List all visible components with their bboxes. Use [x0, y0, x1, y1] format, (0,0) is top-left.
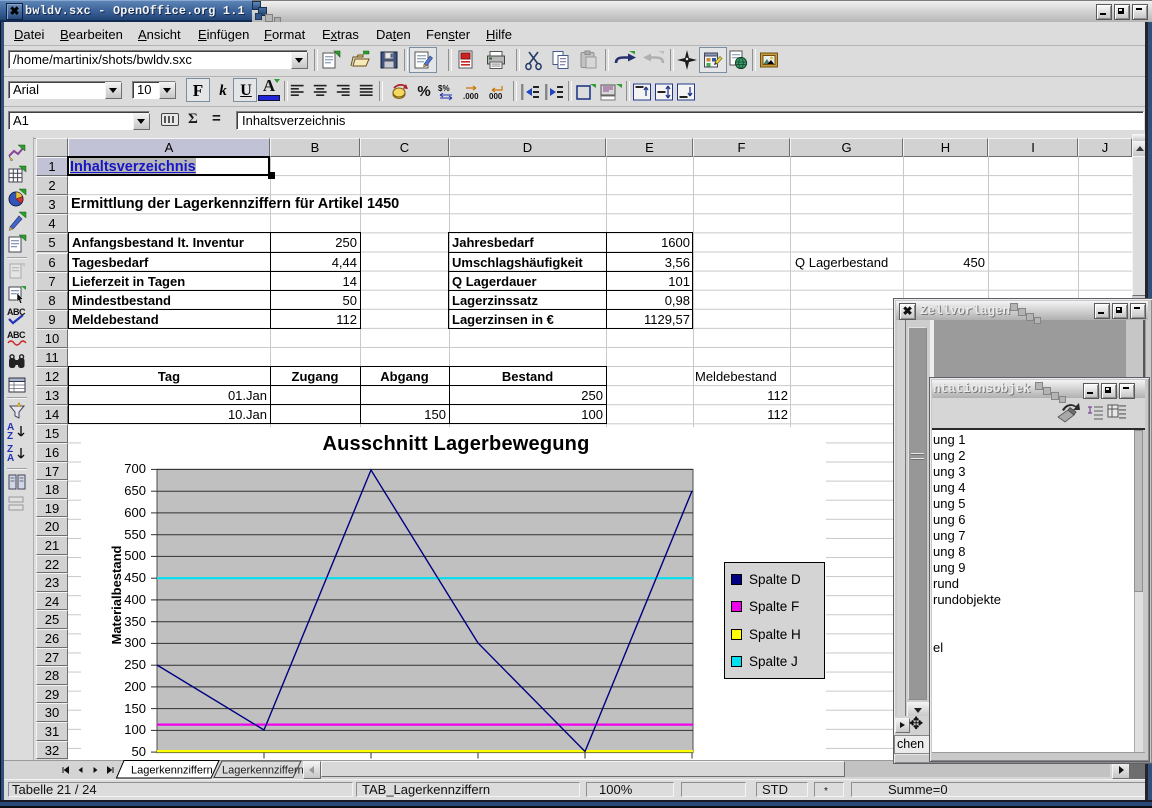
svg-text:.000: .000: [463, 92, 479, 101]
svg-text:Lagerkennziffern: Lagerkennziffern: [131, 765, 213, 777]
svg-text:000: 000: [489, 92, 503, 101]
svg-text:$%: $%: [438, 84, 450, 93]
svg-text:Lagerkennziffern: Lagerkennziffern: [222, 765, 304, 777]
